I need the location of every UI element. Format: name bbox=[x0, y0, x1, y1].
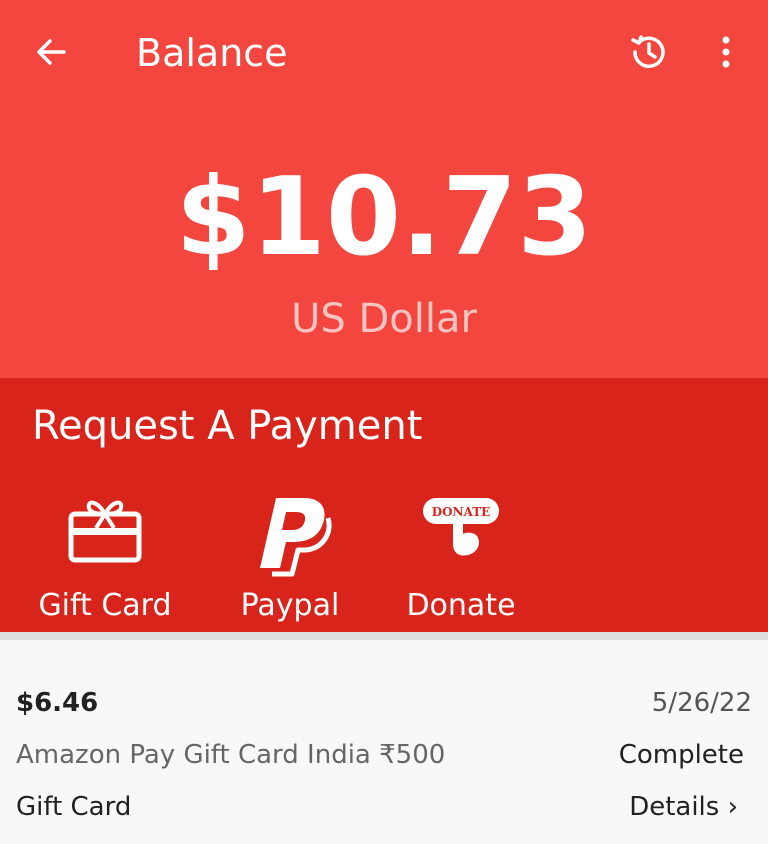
history-button[interactable] bbox=[626, 30, 670, 74]
transaction-description: Amazon Pay Gift Card India ₹500 bbox=[16, 740, 446, 770]
transaction-type: Gift Card bbox=[16, 792, 132, 822]
request-payment-section: Request A Payment Gift Card Paypal DONAT… bbox=[0, 378, 768, 632]
donate-icon: DONATE bbox=[419, 488, 503, 568]
section-divider bbox=[0, 632, 768, 640]
gift-card-icon bbox=[65, 488, 145, 568]
transaction-item[interactable]: $6.46 5/26/22 Amazon Pay Gift Card India… bbox=[0, 640, 768, 844]
transaction-date: 5/26/22 bbox=[651, 688, 752, 718]
back-button[interactable] bbox=[30, 30, 74, 74]
paypal-option[interactable]: Paypal bbox=[220, 484, 360, 632]
transaction-status: Complete bbox=[618, 740, 744, 770]
transaction-amount: $6.46 bbox=[16, 688, 99, 718]
donate-option[interactable]: DONATE Donate bbox=[396, 484, 526, 632]
paypal-label: Paypal bbox=[240, 588, 340, 623]
history-icon bbox=[631, 35, 665, 69]
section-title: Request A Payment bbox=[32, 403, 423, 449]
more-options-button[interactable] bbox=[708, 30, 744, 74]
paypal-icon bbox=[242, 488, 338, 580]
balance-amount: $10.73 bbox=[175, 155, 593, 280]
gift-card-label: Gift Card bbox=[38, 588, 172, 623]
arrow-left-icon bbox=[37, 39, 66, 65]
page-title: Balance bbox=[136, 31, 288, 75]
gift-card-option[interactable]: Gift Card bbox=[30, 484, 180, 632]
balance-header: Balance $10.73 US Dollar bbox=[0, 0, 768, 378]
more-vertical-icon bbox=[722, 36, 730, 68]
details-link[interactable]: Details › bbox=[629, 790, 738, 824]
donate-label: Donate bbox=[406, 588, 516, 623]
balance-currency: US Dollar bbox=[291, 296, 477, 342]
